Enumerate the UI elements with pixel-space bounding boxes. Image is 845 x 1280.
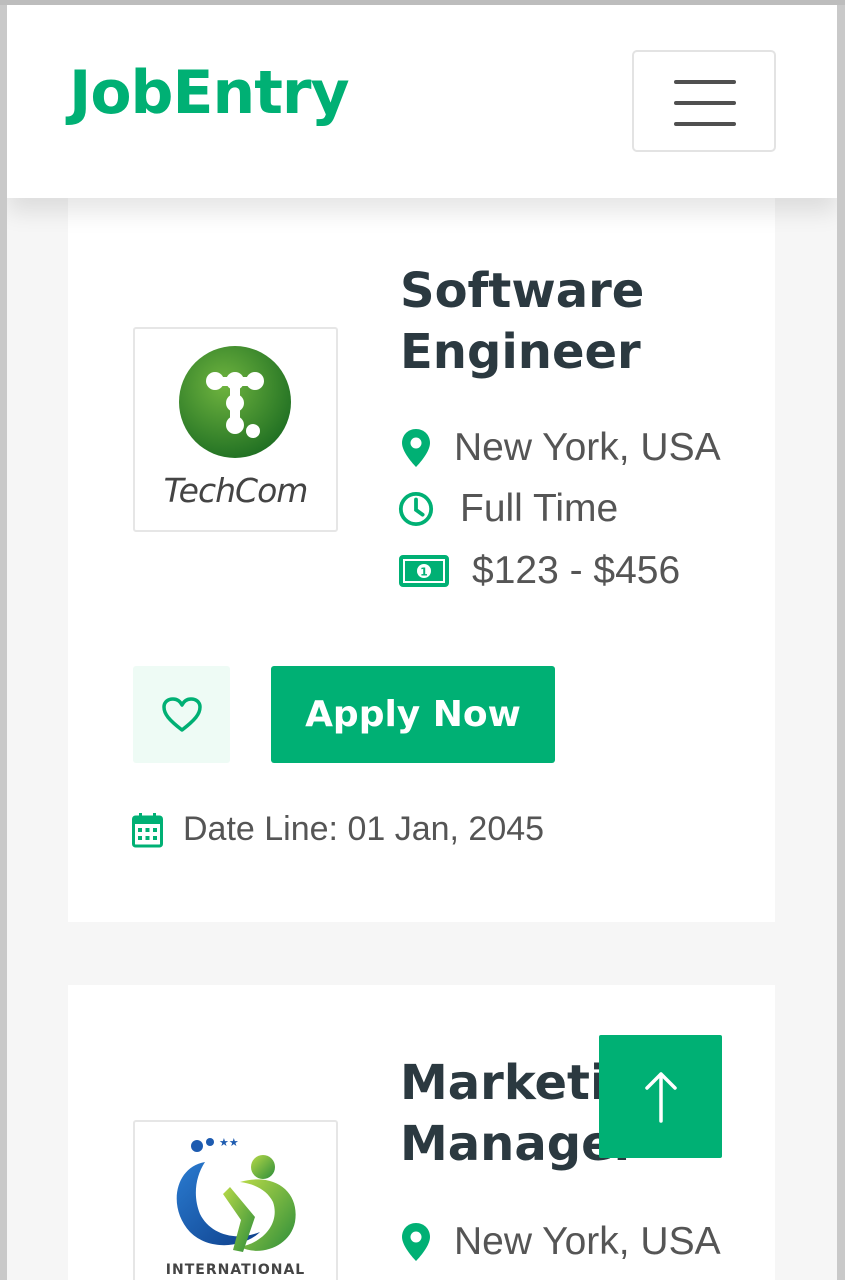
company-logo: TechCom	[133, 327, 338, 532]
navbar: JobEntry	[7, 5, 837, 198]
favorite-button[interactable]	[133, 666, 230, 763]
company-logo-text: TechCom	[163, 471, 309, 510]
map-marker-icon	[398, 1222, 434, 1262]
apply-now-button[interactable]: Apply Now	[271, 666, 555, 763]
job-location: New York, USA	[398, 426, 721, 470]
money-bill-icon: 1	[398, 555, 450, 587]
company-logo: ★★ INTERNATIONAL	[133, 1120, 338, 1280]
job-salary: 1 $123 - $456	[398, 549, 680, 593]
map-marker-icon	[398, 428, 434, 468]
job-title-line: Software	[400, 263, 645, 319]
international-logo-icon: ★★	[176, 1136, 296, 1252]
company-logo-text: INTERNATIONAL	[165, 1262, 306, 1278]
job-type: Full Time	[398, 487, 618, 531]
svg-text:★★: ★★	[219, 1136, 239, 1149]
job-location: New York, USA	[398, 1220, 721, 1264]
job-deadline: Date Line: 01 Jan, 2045	[132, 810, 544, 849]
clock-icon	[398, 490, 434, 528]
arrow-up-icon	[644, 1071, 677, 1123]
calendar-icon	[132, 812, 163, 848]
brand-logo[interactable]: JobEntry	[69, 63, 350, 123]
menu-toggle-button[interactable]	[632, 50, 776, 152]
svg-text:1: 1	[420, 566, 428, 579]
job-title-line: Engineer	[400, 324, 641, 380]
heart-icon	[161, 696, 202, 732]
back-to-top-button[interactable]	[599, 1035, 722, 1158]
page: JobEntry TechCom Software Engineer New Y…	[7, 5, 837, 1280]
job-title: Software Engineer	[400, 261, 760, 383]
